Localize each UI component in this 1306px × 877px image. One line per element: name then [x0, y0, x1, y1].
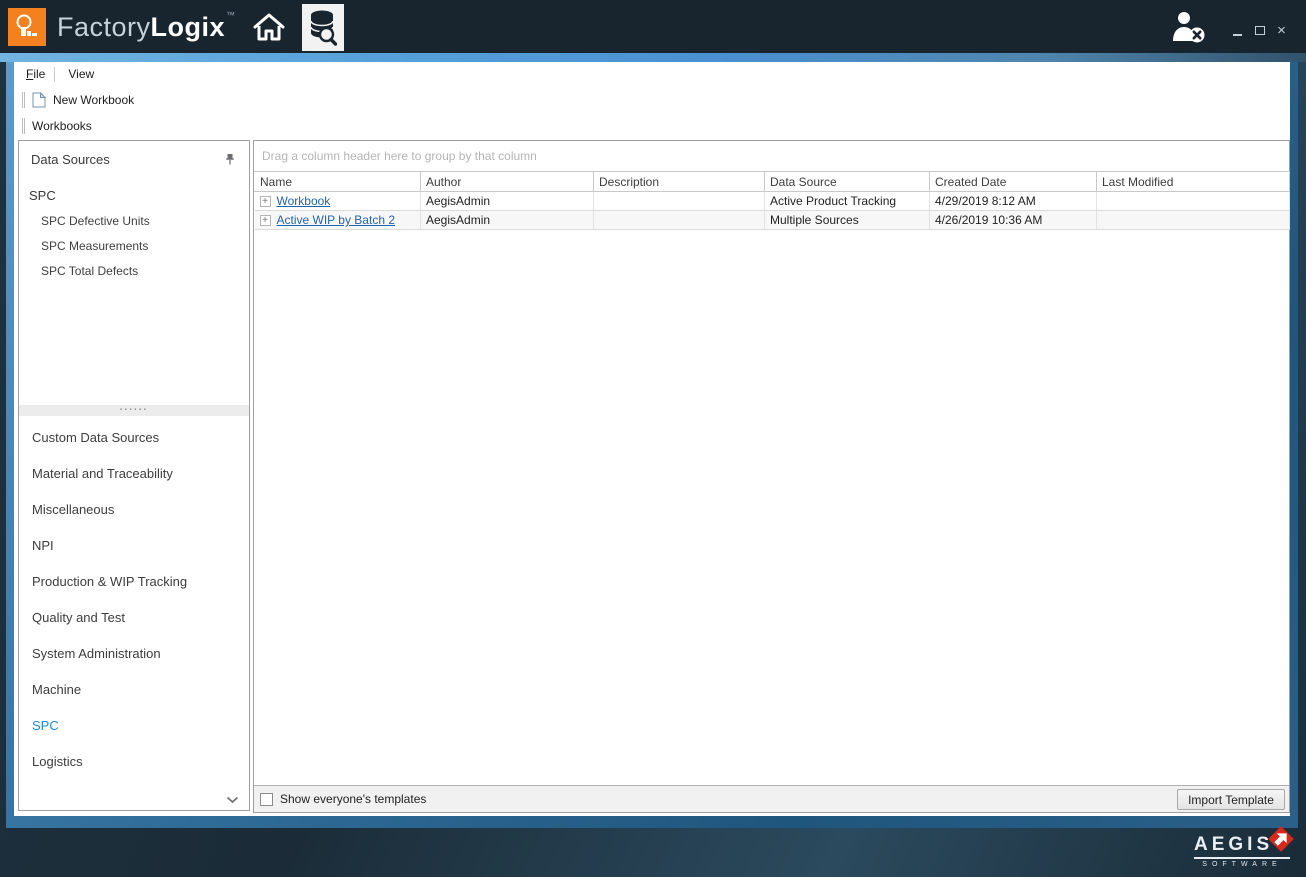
menu-separator — [54, 67, 55, 82]
home-icon — [252, 12, 286, 42]
category-system-administration[interactable]: System Administration — [19, 635, 249, 671]
workbooks-grid-panel: Drag a column header here to group by th… — [253, 140, 1290, 813]
show-everyones-templates-checkbox[interactable] — [260, 793, 273, 806]
column-header-last-modified[interactable]: Last Modified — [1097, 172, 1290, 192]
column-header-created-date[interactable]: Created Date — [930, 172, 1097, 192]
aegis-logo-text: AEGIS — [1194, 834, 1273, 855]
data-sources-panel: Data Sources SPC SPC Defective Units SPC… — [18, 140, 250, 811]
window-frame: File View New Workbook Workbooks — [6, 62, 1298, 828]
category-npi[interactable]: NPI — [19, 527, 249, 563]
sidebar-item-spc-measurements[interactable]: SPC Measurements — [41, 239, 249, 253]
workbooks-table: Name Author Description Data Source Crea… — [254, 171, 1290, 230]
category-custom-data-sources[interactable]: Custom Data Sources — [19, 419, 249, 455]
cell-description — [594, 192, 765, 211]
sidebar-item-spc-total-defects[interactable]: SPC Total Defects — [41, 264, 249, 278]
group-by-drop-area[interactable]: Drag a column header here to group by th… — [254, 141, 1289, 171]
close-icon: × — [1277, 25, 1286, 36]
cell-author: AegisAdmin — [421, 211, 594, 230]
new-workbook-icon — [32, 92, 46, 108]
category-machine[interactable]: Machine — [19, 671, 249, 707]
minimize-icon — [1233, 27, 1242, 36]
expand-row-icon[interactable]: + — [260, 196, 271, 207]
column-header-description[interactable]: Description — [594, 172, 765, 192]
column-header-data-source[interactable]: Data Source — [765, 172, 930, 192]
spc-group-header[interactable]: SPC — [29, 188, 249, 203]
sidebar-item-spc-defective-units[interactable]: SPC Defective Units — [41, 214, 249, 228]
user-logout-icon — [1169, 9, 1209, 45]
cell-description — [594, 211, 765, 230]
table-row[interactable]: + Active WIP by Batch 2 AegisAdmin Multip… — [255, 211, 1290, 230]
cell-data-source: Multiple Sources — [765, 211, 930, 230]
chevron-down-icon[interactable] — [226, 796, 239, 804]
window-content: File View New Workbook Workbooks — [14, 62, 1290, 816]
maximize-icon — [1255, 26, 1265, 35]
data-explorer-button[interactable] — [302, 4, 344, 51]
new-workbook-button[interactable]: New Workbook — [53, 93, 134, 107]
cell-author: AegisAdmin — [421, 192, 594, 211]
checkbox-label: Show everyone's templates — [280, 792, 426, 806]
menu-file[interactable]: File — [20, 64, 51, 84]
category-logistics[interactable]: Logistics — [19, 743, 249, 779]
pin-icon[interactable] — [224, 153, 236, 166]
table-header-row: Name Author Description Data Source Crea… — [255, 172, 1290, 192]
maximize-button[interactable] — [1253, 23, 1266, 36]
table-row[interactable]: + Workbook AegisAdmin Active Product Trac… — [255, 192, 1290, 211]
aegis-logo-tagline: SOFTWARE — [1194, 861, 1290, 868]
factorylogix-logo-icon — [8, 8, 46, 46]
grid-footer-bar: Show everyone's templates Import Templat… — [254, 785, 1289, 812]
workbook-link[interactable]: Workbook — [277, 194, 331, 208]
aegis-logo-underline — [1194, 857, 1290, 859]
data-sources-title: Data Sources — [31, 152, 110, 167]
database-search-icon — [309, 10, 337, 46]
cell-created-date: 4/29/2019 8:12 AM — [930, 192, 1097, 211]
tabrow-grip[interactable] — [22, 118, 25, 134]
home-button[interactable] — [248, 2, 290, 51]
window-frame-top — [0, 53, 1306, 62]
desktop-background: FactoryLogix™ — [0, 0, 1306, 877]
column-header-author[interactable]: Author — [421, 172, 594, 192]
logout-user-button[interactable] — [1169, 9, 1209, 45]
category-spc[interactable]: SPC — [19, 707, 249, 743]
title-bar: FactoryLogix™ — [0, 0, 1306, 53]
category-quality-and-test[interactable]: Quality and Test — [19, 599, 249, 635]
category-list: Custom Data Sources Material and Traceab… — [19, 416, 249, 810]
cell-last-modified — [1097, 211, 1290, 230]
cell-last-modified — [1097, 192, 1290, 211]
panel-splitter[interactable]: ...... — [19, 405, 249, 416]
toolbar-grip[interactable] — [22, 92, 25, 108]
cell-created-date: 4/26/2019 10:36 AM — [930, 211, 1097, 230]
category-material-and-traceability[interactable]: Material and Traceability — [19, 455, 249, 491]
aegis-software-logo: AEGIS SOFTWARE — [1194, 834, 1290, 868]
workbook-link[interactable]: Active WIP by Batch 2 — [277, 213, 396, 227]
minimize-button[interactable] — [1231, 23, 1244, 36]
import-template-button[interactable]: Import Template — [1177, 789, 1285, 810]
cell-data-source: Active Product Tracking — [765, 192, 930, 211]
category-production-wip-tracking[interactable]: Production & WIP Tracking — [19, 563, 249, 599]
tab-row: Workbooks — [14, 113, 1290, 139]
tab-workbooks[interactable]: Workbooks — [32, 119, 92, 133]
category-miscellaneous[interactable]: Miscellaneous — [19, 491, 249, 527]
app-title: FactoryLogix™ — [57, 10, 236, 43]
column-header-name[interactable]: Name — [255, 172, 421, 192]
aegis-arrow-icon — [1264, 822, 1298, 856]
menu-view[interactable]: View — [62, 64, 100, 84]
toolbar: New Workbook — [14, 86, 1290, 113]
expand-row-icon[interactable]: + — [260, 215, 271, 226]
menu-bar: File View — [14, 62, 1290, 86]
close-button[interactable]: × — [1275, 23, 1288, 36]
